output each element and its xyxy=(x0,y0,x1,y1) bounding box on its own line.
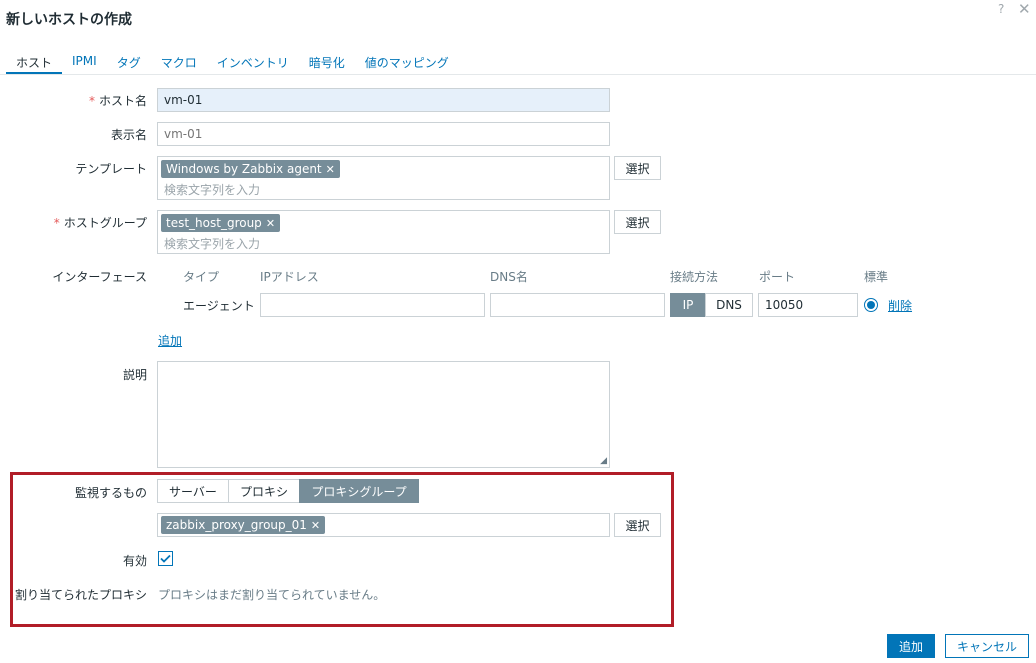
description-textarea[interactable]: ◢ xyxy=(157,361,610,468)
enabled-checkbox[interactable] xyxy=(158,551,173,566)
help-icon[interactable]: ? xyxy=(998,2,1004,16)
assigned-proxy-label: 割り当てられたプロキシ xyxy=(14,588,147,602)
proxy-group-multiselect[interactable]: zabbix_proxy_group_01 ✕ xyxy=(157,513,610,537)
interface-header-connect: 接続方法 xyxy=(670,270,719,284)
monitored-by-server-button[interactable]: サーバー xyxy=(157,479,229,503)
interface-header-type: タイプ xyxy=(183,270,220,284)
tab-value-mapping[interactable]: 値のマッピング xyxy=(355,50,459,75)
tab-inventory[interactable]: インベントリ xyxy=(207,50,299,75)
templates-multiselect[interactable]: Windows by Zabbix agent ✕ 検索文字列を入力 xyxy=(157,156,610,200)
host-name-label: * ホスト名 xyxy=(88,94,147,108)
templates-search-placeholder[interactable]: 検索文字列を入力 xyxy=(164,181,260,198)
connect-ip-button[interactable]: IP xyxy=(670,293,706,317)
visible-name-label: 表示名 xyxy=(110,128,147,142)
templates-select-button[interactable]: 選択 xyxy=(614,156,661,180)
dialog-title: 新しいホストの作成 xyxy=(6,12,132,28)
host-groups-label: * ホストグループ xyxy=(53,216,147,230)
monitored-by-proxy-group-button[interactable]: プロキシグループ xyxy=(299,479,419,503)
required-marker: * xyxy=(88,94,95,108)
host-group-chip: test_host_group ✕ xyxy=(161,214,281,232)
connect-dns-button[interactable]: DNS xyxy=(705,293,753,317)
template-chip: Windows by Zabbix agent ✕ xyxy=(161,160,340,178)
chip-remove-icon[interactable]: ✕ xyxy=(311,519,320,532)
assigned-proxy-value: プロキシはまだ割り当てられていません。 xyxy=(158,588,386,602)
close-icon[interactable]: ✕ xyxy=(1018,0,1031,18)
interface-header-dns: DNS名 xyxy=(490,270,528,284)
check-icon xyxy=(160,554,171,563)
tab-encryption[interactable]: 暗号化 xyxy=(299,50,355,75)
interface-dns-input[interactable] xyxy=(490,293,665,317)
monitored-by-proxy-button[interactable]: プロキシ xyxy=(228,479,300,503)
enabled-label: 有効 xyxy=(122,554,147,568)
tab-bar: ホスト IPMI タグ マクロ インベントリ 暗号化 値のマッピング xyxy=(6,50,459,75)
tab-tags[interactable]: タグ xyxy=(107,50,151,75)
visible-name-input[interactable] xyxy=(157,122,610,146)
tab-ipmi[interactable]: IPMI xyxy=(62,50,107,75)
proxy-group-chip: zabbix_proxy_group_01 ✕ xyxy=(161,516,326,534)
interface-header-port: ポート xyxy=(759,270,796,284)
host-groups-search-placeholder[interactable]: 検索文字列を入力 xyxy=(164,235,260,252)
tabs-divider xyxy=(0,74,1036,75)
templates-label: テンプレート xyxy=(75,162,147,176)
interface-header-default: 標準 xyxy=(864,270,889,284)
tab-macros[interactable]: マクロ xyxy=(151,50,207,75)
proxy-group-select-button[interactable]: 選択 xyxy=(614,513,661,537)
interface-ip-input[interactable] xyxy=(260,293,485,317)
host-name-input[interactable] xyxy=(157,88,610,112)
default-interface-radio[interactable] xyxy=(864,298,878,312)
host-groups-multiselect[interactable]: test_host_group ✕ 検索文字列を入力 xyxy=(157,210,610,254)
interface-remove-link[interactable]: 削除 xyxy=(888,297,912,314)
interface-port-input[interactable] xyxy=(758,293,858,317)
monitored-by-label: 監視するもの xyxy=(74,486,147,500)
interface-type-agent: エージェント xyxy=(183,299,255,313)
description-label: 説明 xyxy=(122,368,147,382)
interface-header-ip: IPアドレス xyxy=(260,270,319,284)
tab-host[interactable]: ホスト xyxy=(6,50,63,75)
resize-grip-icon[interactable]: ◢ xyxy=(600,456,607,466)
radio-dot xyxy=(867,301,875,309)
chip-remove-icon[interactable]: ✕ xyxy=(326,163,335,176)
interface-add-link[interactable]: 追加 xyxy=(158,332,182,349)
add-button[interactable]: 追加 xyxy=(887,634,935,658)
cancel-button[interactable]: キャンセル xyxy=(945,634,1029,658)
chip-remove-icon[interactable]: ✕ xyxy=(266,217,275,230)
required-marker: * xyxy=(53,216,60,230)
interfaces-label: インターフェース xyxy=(52,270,147,284)
host-groups-select-button[interactable]: 選択 xyxy=(614,210,661,234)
